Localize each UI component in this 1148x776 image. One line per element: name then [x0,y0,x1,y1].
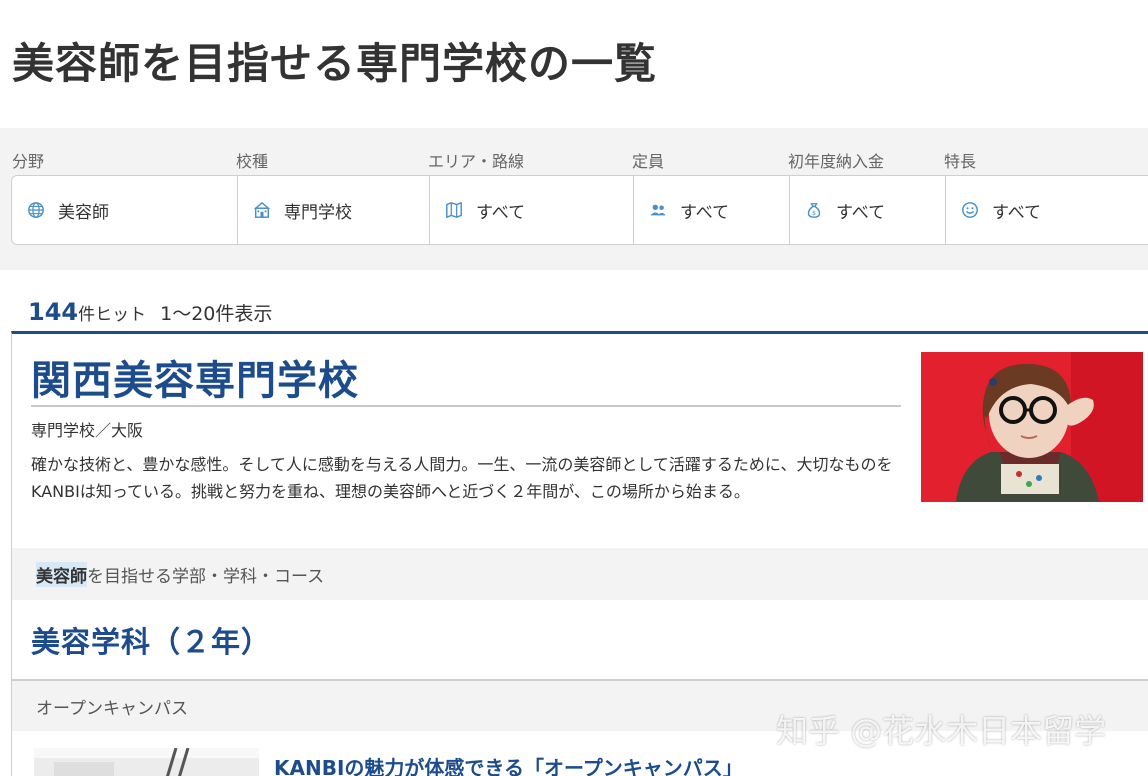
page-title: 美容師を目指せる専門学校の一覧 [12,39,658,88]
filter-area-select[interactable]: すべて [430,176,634,244]
globe-icon [26,200,46,220]
filter-label-school-type: 校種 [236,152,269,171]
result-range: 1～20件表示 [160,303,273,325]
school-description: 確かな技術と、豊かな感性。そして人に感動を与える人間力。一生、一流の美容師として… [31,455,893,501]
filter-area-value: すべて [476,202,526,223]
watermark-text: 知乎 @花水木日本留学 [776,712,1107,750]
filter-field-value: 美容師 [58,202,109,223]
filter-label-features: 特長 [944,152,977,171]
svg-text:$: $ [812,210,816,217]
school-type-location: 専門学校／大阪 [31,421,144,440]
filter-features-select[interactable]: すべて [946,176,1148,244]
school-building-icon [252,200,272,220]
filter-label-area: エリア・路線 [428,152,525,171]
filter-labels: 分野 校種 エリア・路線 定員 初年度納入金 特長 [0,148,1148,171]
filter-label-tuition: 初年度納入金 [788,152,885,171]
courses-heading-text: を目指せる学部・学科・コース [87,566,325,587]
filter-school-type-value: 専門学校 [284,202,352,223]
divider [31,405,901,407]
filter-tuition-select[interactable]: $ すべて [790,176,946,244]
people-icon [648,200,668,220]
result-count: 144件ヒット 1～20件表示 [28,298,272,326]
courses-heading: 美容師 を目指せる学部・学科・コース [12,548,1148,600]
hit-count: 144 [28,298,79,326]
courses-heading-highlight: 美容師 [36,561,87,587]
filter-capacity-select[interactable]: すべて [634,176,790,244]
filter-label-capacity: 定員 [632,152,665,171]
filter-features-value: すべて [992,202,1042,223]
smiley-icon [960,200,980,220]
hit-count-suffix: 件ヒット [78,305,147,325]
school-photo[interactable] [921,352,1143,502]
course-title-link[interactable]: 美容学科（２年） [31,619,271,661]
map-icon [444,200,464,220]
filter-capacity-value: すべて [680,202,730,223]
filter-tuition-value: すべて [836,202,886,223]
filter-bar: 美容師 専門学校 すべて すべて $ すべて すべて [11,175,1148,245]
school-name-link[interactable]: 関西美容専門学校 [31,348,359,406]
open-campus-thumbnail[interactable] [34,748,259,776]
open-campus-link[interactable]: KANBIの魅力が体感できる「オープンキャンパス」 [274,752,743,776]
money-bag-icon: $ [804,200,824,220]
filter-label-field: 分野 [12,152,45,171]
filter-field-select[interactable]: 美容師 [12,176,238,244]
filter-school-type-select[interactable]: 専門学校 [238,176,430,244]
